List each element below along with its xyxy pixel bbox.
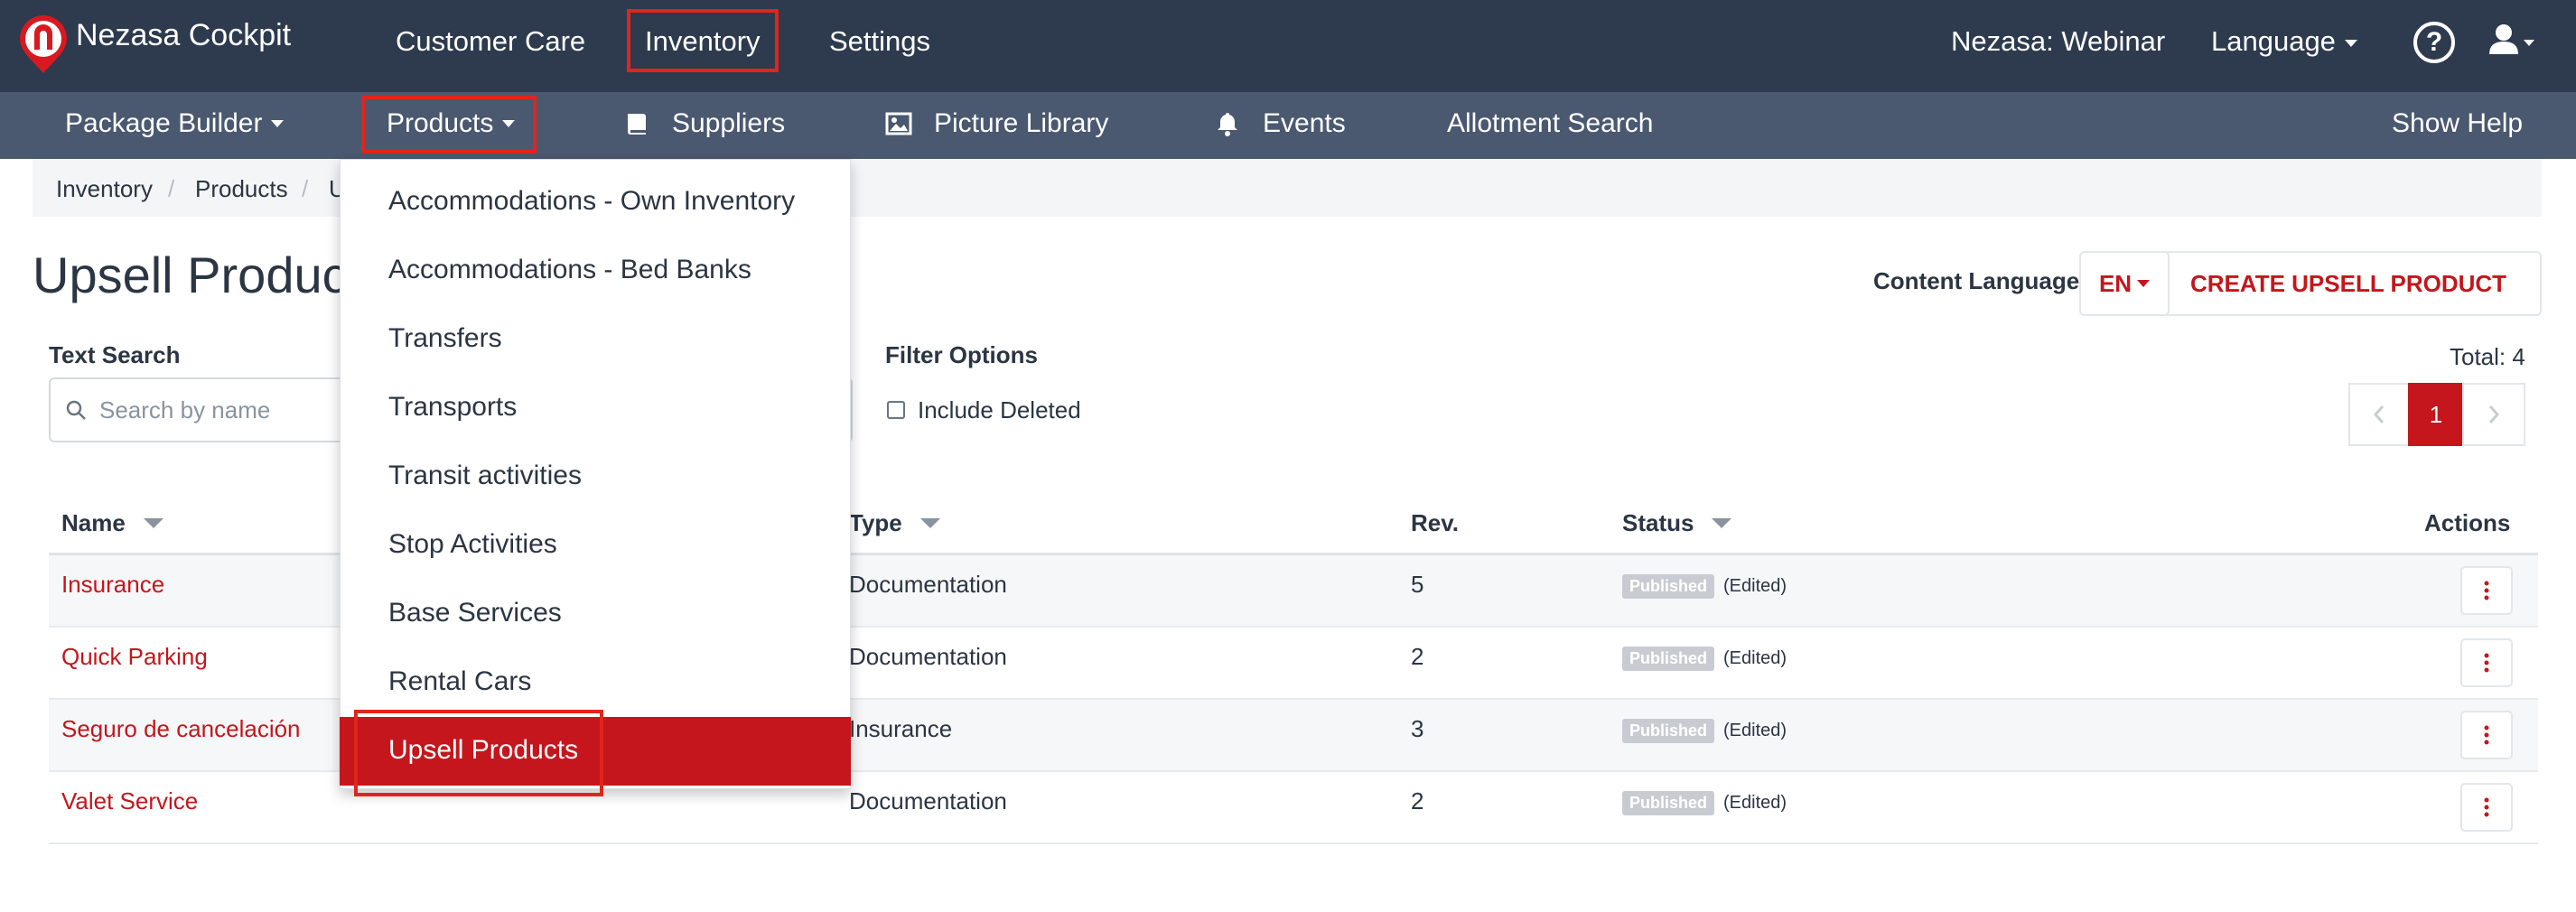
chevron-down-icon bbox=[2344, 39, 2357, 47]
column-header-type[interactable]: Type bbox=[849, 509, 940, 537]
menu-item-rental-cars[interactable]: Rental Cars bbox=[388, 666, 531, 697]
total-count: Total: 4 bbox=[2450, 343, 2525, 370]
kebab-menu-icon bbox=[2484, 581, 2489, 600]
top-navbar bbox=[0, 0, 2576, 92]
menu-item-base-services[interactable]: Base Services bbox=[388, 598, 562, 628]
menu-item-stop-activities[interactable]: Stop Activities bbox=[388, 529, 557, 560]
subnav-suppliers[interactable]: Suppliers bbox=[623, 108, 785, 139]
breadcrumb-separator: / bbox=[302, 175, 309, 202]
row-name-link[interactable]: Quick Parking bbox=[61, 643, 208, 671]
breadcrumb-inventory[interactable]: Inventory bbox=[56, 175, 153, 203]
include-deleted-label[interactable]: Include Deleted bbox=[918, 396, 1081, 424]
book-icon bbox=[628, 114, 646, 135]
row-actions-button[interactable] bbox=[2460, 566, 2513, 615]
pagination-page-1[interactable]: 1 bbox=[2408, 383, 2464, 446]
search-input[interactable] bbox=[99, 385, 370, 435]
row-actions-button[interactable] bbox=[2460, 638, 2513, 687]
breadcrumb-separator: / bbox=[168, 175, 175, 202]
menu-item-transfers[interactable]: Transfers bbox=[388, 323, 502, 354]
sort-down-icon bbox=[143, 518, 163, 528]
brand[interactable] bbox=[16, 9, 70, 81]
row-name-link[interactable]: Valet Service bbox=[61, 787, 198, 815]
column-status-label: Status bbox=[1622, 509, 1694, 536]
search-icon bbox=[66, 400, 86, 420]
subnav-allotment-search[interactable]: Allotment Search bbox=[1447, 108, 1653, 139]
row-type: Documentation bbox=[849, 571, 1007, 598]
subnav-package-builder[interactable]: Package Builder bbox=[65, 108, 285, 139]
status-note: (Edited) bbox=[1723, 576, 1787, 596]
row-type: Insurance bbox=[849, 715, 953, 742]
subnav-picture-library[interactable]: Picture Library bbox=[885, 108, 1108, 139]
row-rev: 5 bbox=[1411, 571, 1424, 598]
content-language-value: EN bbox=[2098, 269, 2133, 297]
row-name-link[interactable]: Insurance bbox=[61, 571, 164, 599]
products-highlight-box bbox=[361, 96, 537, 154]
picture-library-label: Picture Library bbox=[934, 108, 1109, 138]
picture-icon bbox=[885, 112, 912, 135]
row-type: Documentation bbox=[849, 787, 1007, 814]
account-name[interactable]: Nezasa: Webinar bbox=[1951, 25, 2165, 58]
column-name-label: Name bbox=[61, 509, 126, 536]
column-header-actions: Actions bbox=[2424, 509, 2511, 536]
row-type: Documentation bbox=[849, 643, 1007, 670]
chevron-down-icon bbox=[271, 120, 285, 127]
bell-icon bbox=[1218, 113, 1237, 136]
status-badge: Published bbox=[1622, 791, 1715, 815]
status-badge: Published bbox=[1622, 574, 1715, 599]
column-header-rev: Rev. bbox=[1411, 509, 1459, 536]
help-circle-icon[interactable]: ? bbox=[2413, 22, 2455, 63]
show-help-link[interactable]: Show Help bbox=[2392, 108, 2523, 139]
row-name-link[interactable]: Seguro de cancelación bbox=[61, 715, 301, 743]
sort-down-icon bbox=[919, 518, 940, 528]
status-note: (Edited) bbox=[1723, 648, 1787, 668]
status-note: (Edited) bbox=[1723, 721, 1787, 740]
brand-name[interactable]: Nezasa Cockpit bbox=[76, 18, 291, 53]
user-menu[interactable] bbox=[2486, 23, 2536, 60]
chevron-left-icon bbox=[2373, 405, 2385, 423]
breadcrumb-products[interactable]: Products bbox=[195, 175, 288, 203]
status-note: (Edited) bbox=[1723, 793, 1787, 813]
kebab-menu-icon bbox=[2484, 653, 2489, 673]
status-badge: Published bbox=[1622, 647, 1715, 671]
column-header-status[interactable]: Status bbox=[1622, 509, 1732, 537]
content-language-label: Content Language bbox=[1873, 267, 2080, 294]
menu-item-transports[interactable]: Transports bbox=[388, 392, 517, 423]
text-search-label: Text Search bbox=[49, 341, 181, 368]
row-rev: 3 bbox=[1411, 715, 1424, 742]
menu-item-accommodations-own-inventory[interactable]: Accommodations - Own Inventory bbox=[388, 186, 795, 217]
column-header-name[interactable]: Name bbox=[61, 509, 163, 537]
pagination-next-button[interactable] bbox=[2462, 383, 2525, 446]
topnav-settings[interactable]: Settings bbox=[829, 25, 930, 58]
suppliers-label: Suppliers bbox=[672, 108, 786, 138]
pagination-prev-button[interactable] bbox=[2348, 383, 2410, 446]
menu-item-transit-activities[interactable]: Transit activities bbox=[388, 461, 582, 491]
package-builder-label: Package Builder bbox=[65, 108, 263, 138]
column-type-label: Type bbox=[849, 509, 902, 536]
subnav-events[interactable]: Events bbox=[1214, 108, 1346, 139]
events-label: Events bbox=[1263, 108, 1346, 138]
language-dropdown[interactable]: Language bbox=[2211, 25, 2357, 58]
include-deleted-checkbox[interactable] bbox=[887, 401, 905, 419]
nezasa-logo-icon bbox=[20, 15, 67, 73]
status-badge: Published bbox=[1622, 719, 1715, 743]
language-label: Language bbox=[2211, 25, 2336, 57]
chevron-down-icon bbox=[2137, 280, 2151, 287]
row-actions-button[interactable] bbox=[2460, 783, 2513, 832]
kebab-menu-icon bbox=[2484, 725, 2489, 745]
inventory-highlight-box bbox=[627, 9, 779, 72]
page-title: Upsell Produc bbox=[33, 247, 348, 303]
kebab-menu-icon bbox=[2484, 797, 2489, 817]
menu-item-accommodations-bed-banks[interactable]: Accommodations - Bed Banks bbox=[388, 255, 751, 285]
user-icon bbox=[2489, 24, 2534, 54]
topnav-customer-care[interactable]: Customer Care bbox=[396, 25, 585, 58]
upsell-products-highlight-box bbox=[354, 710, 603, 796]
create-upsell-product-button[interactable]: CREATE UPSELL PRODUCT bbox=[2155, 251, 2542, 316]
row-rev: 2 bbox=[1411, 643, 1424, 670]
row-rev: 2 bbox=[1411, 787, 1424, 814]
content-language-dropdown[interactable]: EN bbox=[2079, 251, 2170, 316]
chevron-right-icon bbox=[2488, 405, 2500, 423]
row-actions-button[interactable] bbox=[2460, 711, 2513, 759]
sort-down-icon bbox=[1712, 518, 1732, 528]
filter-options-label: Filter Options bbox=[885, 341, 1038, 368]
